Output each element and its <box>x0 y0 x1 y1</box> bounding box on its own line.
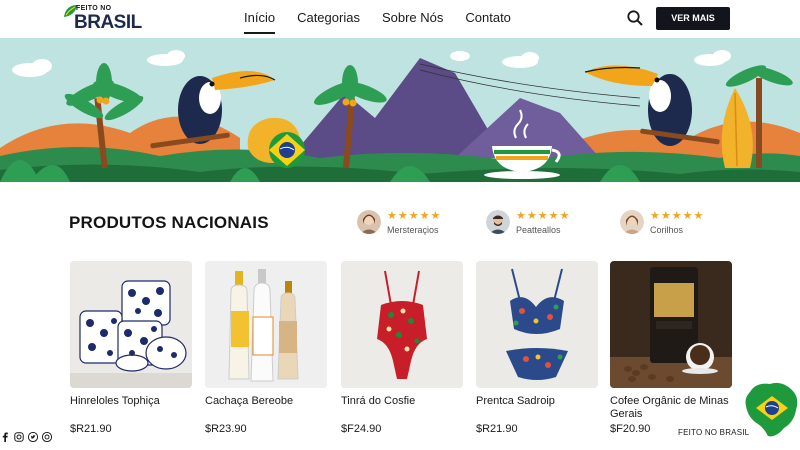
product-card[interactable]: Cofee Orgânic de Minas Gerais $F20.90 <box>610 261 734 435</box>
product-name[interactable]: Prentca Sadroip <box>476 395 600 408</box>
social-links <box>0 429 53 443</box>
product-name[interactable]: Tinrá do Cosfie <box>341 395 465 408</box>
product-image-swimsuit-red[interactable] <box>341 261 463 388</box>
product-card[interactable]: Hinreloles Tophiça $R21.90 <box>70 261 194 435</box>
product-image-coffee[interactable] <box>610 261 732 388</box>
reviewer-name: Peatteallos <box>516 225 561 235</box>
rating-stars: ★★★★★ <box>650 210 705 222</box>
avatar <box>486 210 510 234</box>
main-nav: Início Categorias Sobre Nós Contato <box>244 0 511 38</box>
hero-banner <box>0 38 800 182</box>
ver-mais-button[interactable]: VER MAIS <box>656 7 730 30</box>
pinterest-icon[interactable] <box>41 429 53 443</box>
nav-item-contato[interactable]: Contato <box>465 0 511 38</box>
nav-item-sobre-nos[interactable]: Sobre Nós <box>382 0 443 38</box>
product-name[interactable]: Cachaça Bereobe <box>205 395 329 408</box>
nav-item-categorias[interactable]: Categorias <box>297 0 360 38</box>
rating-stars: ★★★★★ <box>516 210 571 222</box>
product-card[interactable]: Cachaça Bereobe $R23.90 <box>205 261 329 435</box>
product-image-bikini-floral[interactable] <box>476 261 598 388</box>
product-image-ceramics[interactable] <box>70 261 192 388</box>
reviewer-name: Corilhos <box>650 225 684 235</box>
twitter-icon[interactable] <box>27 429 39 443</box>
site-logo[interactable]: FEITO NO BRASIL <box>62 3 152 33</box>
brazil-map-icon <box>745 382 798 437</box>
product-name[interactable]: Cofee Orgânic de Minas Gerais <box>610 395 734 421</box>
nav-item-inicio[interactable]: Início <box>244 0 276 38</box>
product-image-cachaca[interactable] <box>205 261 327 388</box>
product-price: $F24.90 <box>341 423 382 435</box>
product-card[interactable]: Prentca Sadroip $R21.90 <box>476 261 600 435</box>
product-price: $R23.90 <box>205 423 247 435</box>
product-price: $F20.90 <box>610 423 651 435</box>
site-header: FEITO NO BRASIL Início Categorias Sobre … <box>0 0 800 38</box>
product-name[interactable]: Hinreloles Tophiça <box>70 395 194 408</box>
avatar <box>357 210 381 234</box>
product-price: $R21.90 <box>70 423 112 435</box>
logo-main-text: BRASIL <box>74 12 142 33</box>
search-icon[interactable] <box>626 9 644 27</box>
facebook-icon[interactable] <box>0 429 10 442</box>
footer-brand: FEITO NO BRASIL <box>678 428 750 437</box>
product-price: $R21.90 <box>476 423 518 435</box>
instagram-icon[interactable] <box>14 429 24 442</box>
section-title: PRODUTOS NACIONAIS <box>69 213 269 232</box>
hero-illustration <box>0 38 800 182</box>
logo-top-line: FEITO NO <box>76 5 112 12</box>
reviewer-name: Mersteraçios <box>387 225 439 235</box>
rating-stars: ★★★★★ <box>387 210 442 222</box>
avatar <box>620 210 644 234</box>
product-card[interactable]: Tinrá do Cosfie $F24.90 <box>341 261 465 435</box>
